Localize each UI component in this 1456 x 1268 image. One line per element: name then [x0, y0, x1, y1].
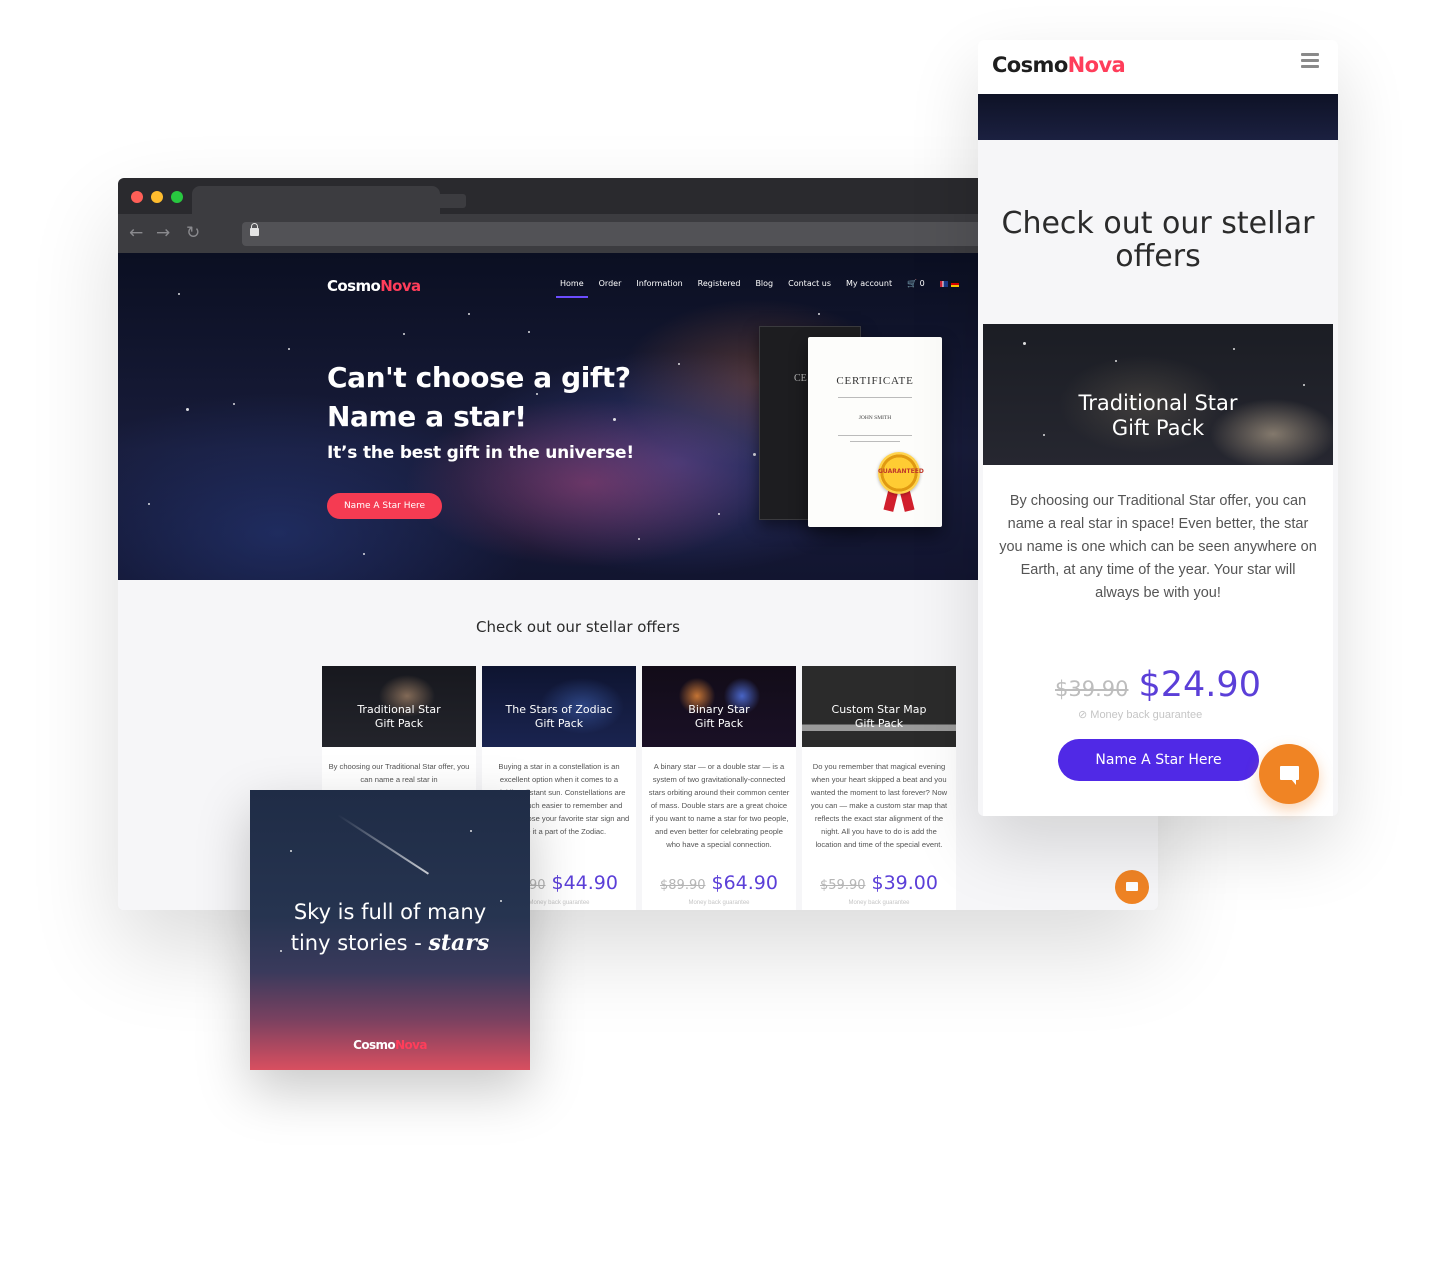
- card-description: By choosing our Traditional Star offer, …: [328, 762, 470, 784]
- mobile-hero-strip: [978, 94, 1338, 140]
- maximize-window-dot[interactable]: [171, 191, 183, 203]
- certificate-name: JOHN SMITH: [858, 415, 892, 421]
- new-price: $39.00: [871, 872, 938, 894]
- check-icon: ⊘: [1078, 709, 1088, 721]
- card-title: The Stars of Zodiac Gift Pack: [505, 703, 613, 730]
- mobile-offers-title: Check out our stellar offers: [1001, 206, 1315, 274]
- main-navigation: Home Order Information Registered Blog C…: [556, 279, 959, 298]
- card-image: The Stars of Zodiac Gift Pack: [482, 666, 636, 747]
- card-description: A binary star — or a double star — is a …: [648, 762, 790, 849]
- back-icon[interactable]: ←: [129, 224, 143, 242]
- certificate-back-text: CE: [794, 373, 807, 384]
- minimize-window-dot[interactable]: [151, 191, 163, 203]
- lock-icon: [250, 223, 259, 236]
- new-price: $44.90: [551, 872, 618, 894]
- nav-registered[interactable]: Registered: [698, 279, 741, 288]
- old-price: $89.90: [660, 878, 706, 893]
- old-price: $39.90: [1055, 677, 1129, 701]
- new-tab-button[interactable]: [436, 194, 466, 208]
- offer-card-binary[interactable]: Binary Star Gift Pack A binary star — or …: [642, 666, 796, 910]
- reload-icon[interactable]: ↻: [186, 224, 200, 242]
- mobile-card-title: Traditional Star Gift Pack: [1078, 391, 1238, 440]
- offer-card-star-map[interactable]: Custom Star Map Gift Pack Do you remember…: [802, 666, 956, 910]
- hero-title-line2: Name a star!: [327, 400, 527, 433]
- mobile-name-a-star-button[interactable]: Name A Star Here: [1058, 739, 1259, 781]
- money-back-guarantee: Money back guarantee: [688, 900, 750, 906]
- card-image: Traditional Star Gift Pack: [322, 666, 476, 747]
- mobile-header: CosmoNova: [978, 40, 1338, 94]
- mobile-logo[interactable]: CosmoNova: [992, 53, 1126, 77]
- nav-blog[interactable]: Blog: [755, 279, 773, 288]
- card-title: Traditional Star Gift Pack: [357, 703, 441, 730]
- shooting-star: [337, 814, 429, 875]
- chat-icon[interactable]: [1259, 744, 1319, 804]
- new-price: $24.90: [1138, 665, 1261, 705]
- stage: ← → ↻ CosmoNova Home Order Information R…: [0, 0, 1456, 1268]
- social-line1: Sky is full of many: [293, 900, 487, 924]
- card-description: Do you remember that magical evening whe…: [810, 762, 948, 849]
- cart-icon: 🛒: [907, 279, 918, 288]
- card-price: $59.90 $39.00: [802, 872, 956, 894]
- social-logo: CosmoNova: [353, 1038, 427, 1052]
- card-title: Binary Star Gift Pack: [688, 703, 750, 730]
- card-title: Custom Star Map Gift Pack: [831, 703, 927, 730]
- language-switcher: [939, 279, 959, 288]
- hero-title-line1: Can't choose a gift?: [327, 361, 631, 394]
- card-image: Custom Star Map Gift Pack: [802, 666, 956, 747]
- certificate-image: CERTIFICATE JOHN SMITH: [808, 337, 942, 527]
- chat-icon[interactable]: [1115, 870, 1149, 904]
- offers-title: Check out our stellar offers: [476, 618, 680, 636]
- cart-link[interactable]: 🛒 0: [907, 279, 925, 288]
- money-back-guarantee: Money back guarantee: [848, 900, 910, 906]
- money-back-guarantee: ⊘ Money back guarantee: [1078, 709, 1203, 721]
- mobile-card-image: Traditional Star Gift Pack: [983, 324, 1333, 465]
- forward-icon[interactable]: →: [156, 224, 170, 242]
- nav-information[interactable]: Information: [636, 279, 682, 288]
- name-a-star-button[interactable]: Name A Star Here: [327, 493, 442, 519]
- flag-de-icon[interactable]: [950, 280, 959, 287]
- certificate-title: CERTIFICATE: [836, 375, 914, 387]
- close-window-dot[interactable]: [131, 191, 143, 203]
- new-price: $64.90: [711, 872, 778, 894]
- flag-uk-icon[interactable]: [939, 280, 948, 287]
- social-line2: tiny stories - stars: [290, 930, 490, 956]
- mobile-offer-card[interactable]: Traditional Star Gift Pack By choosing o…: [983, 324, 1333, 816]
- mobile-mockup: CosmoNova Check out our stellar offers T…: [978, 40, 1338, 816]
- menu-icon[interactable]: [1301, 53, 1319, 68]
- cart-count: 0: [919, 279, 925, 288]
- card-price: $89.90 $64.90: [642, 872, 796, 894]
- old-price: $59.90: [820, 878, 866, 893]
- nav-my-account[interactable]: My account: [846, 279, 892, 288]
- social-media-card: Sky is full of many tiny stories - stars…: [250, 790, 530, 1070]
- card-image: Binary Star Gift Pack: [642, 666, 796, 747]
- nav-order[interactable]: Order: [599, 279, 622, 288]
- browser-tab[interactable]: [192, 186, 440, 214]
- guarantee-seal-icon: GUARANTEED: [878, 452, 924, 494]
- nav-contact-us[interactable]: Contact us: [788, 279, 831, 288]
- hero-subtitle: It’s the best gift in the universe!: [327, 443, 634, 463]
- hero-title: Can't choose a gift? Name a star!: [327, 358, 631, 436]
- nav-home[interactable]: Home: [556, 279, 588, 298]
- site-logo[interactable]: CosmoNova: [327, 277, 421, 295]
- mobile-card-description: By choosing our Traditional Star offer, …: [999, 493, 1317, 601]
- mobile-card-price: $39.90 $24.90: [983, 665, 1333, 705]
